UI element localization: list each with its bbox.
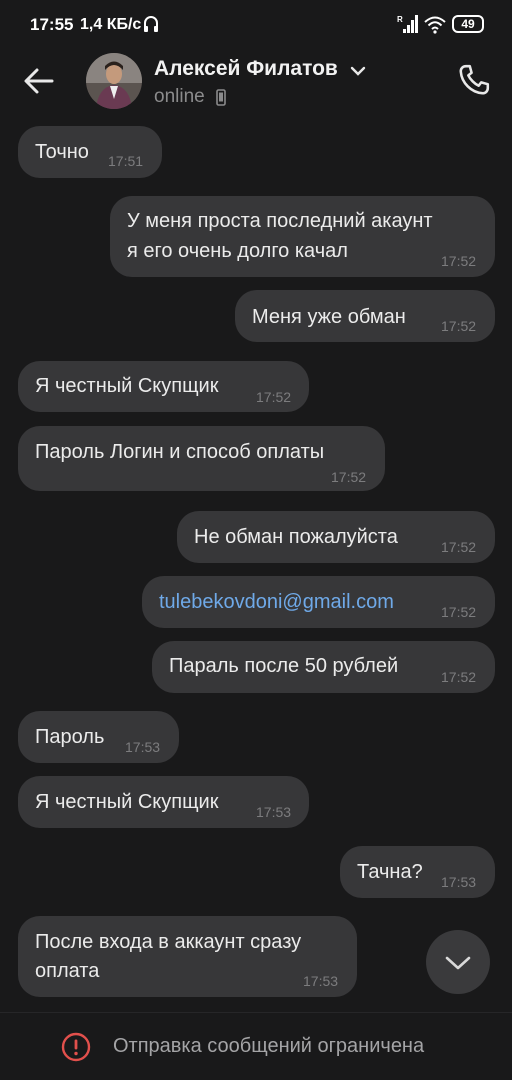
scroll-down-button[interactable] [426,930,490,994]
headphone-icon [144,16,158,32]
message-text: У меня проста последний акаунт [127,210,433,232]
message-time: 17:52 [441,539,477,555]
message-bubble[interactable]: Не обман пожалуйста 17:52 [177,511,495,563]
message-time: 17:52 [441,669,477,685]
message-text: Точно [35,141,89,163]
battery-level: 49 [461,17,475,31]
message-bubble[interactable]: После входа в аккаунт сразу оплата 17:53 [18,916,357,997]
avatar[interactable] [86,53,142,109]
message-text: оплата [35,960,100,982]
contact-status: online [154,86,205,107]
message-time: 17:52 [331,469,367,485]
alert-circle-icon [61,1032,91,1062]
wifi-icon [424,16,446,34]
message-text: Параль после 50 рублей [169,655,399,677]
restricted-notice: Отправка сообщений ограничена [113,1035,425,1057]
message-time: 17:52 [441,318,477,334]
message-bubble[interactable]: Я честный Скупщик 17:53 [18,776,309,828]
message-bubble[interactable]: Я честный Скупщик 17:52 [18,361,309,412]
message-text: Пароль [35,726,105,748]
message-bubble[interactable]: У меня проста последний акаунт я его оче… [110,196,495,277]
message-time: 17:51 [108,153,144,169]
chat-header: Алексей Филатов online [0,50,512,112]
chevron-down-icon[interactable] [350,65,366,77]
message-text: Тачна? [357,861,423,883]
email-link[interactable]: tulebekovdoni@gmail.com [159,587,394,617]
message-time: 17:52 [441,253,477,269]
message-text: Пароль Логин и способ оплаты [35,441,325,463]
battery-icon: 49 [452,15,484,33]
chevron-down-icon [445,956,471,970]
message-bubble[interactable]: Параль после 50 рублей 17:52 [152,641,495,693]
message-bubble[interactable]: tulebekovdoni@gmail.com 17:52 [142,576,495,628]
message-bubble[interactable]: Пароль 17:53 [18,711,179,763]
message-text: Я честный Скупщик [35,375,219,397]
message-time: 17:53 [303,973,339,989]
svg-text:R: R [397,15,403,24]
message-time: 17:52 [441,604,477,620]
message-text: я его очень долго качал [127,240,348,262]
phone-small-icon [216,89,226,106]
message-text: После входа в аккаунт сразу [35,931,302,953]
message-time: 17:53 [256,804,292,820]
back-arrow-icon[interactable] [22,65,56,97]
network-speed: 1,4 КБ/с [80,16,142,33]
message-bubble[interactable]: Точно 17:51 [18,126,162,178]
message-restricted-bar: Отправка сообщений ограничена [0,1012,512,1080]
message-bubble[interactable]: Тачна? 17:53 [340,846,495,898]
message-time: 17:53 [125,739,161,755]
status-bar: 17:55 1,4 КБ/с R 49 [0,0,512,50]
status-time: 17:55 [30,15,74,34]
message-bubble[interactable]: Пароль Логин и способ оплаты 17:52 [18,426,385,491]
contact-name[interactable]: Алексей Филатов [154,57,338,81]
message-time: 17:52 [256,389,292,405]
phone-call-icon[interactable] [456,62,492,98]
message-text: Я честный Скупщик [35,791,219,813]
message-text: Меня уже обман [252,306,406,328]
message-time: 17:53 [441,874,477,890]
message-bubble[interactable]: Меня уже обман 17:52 [235,290,495,342]
signal-icon: R [397,15,418,33]
message-text: Не обман пожалуйста [194,526,398,548]
